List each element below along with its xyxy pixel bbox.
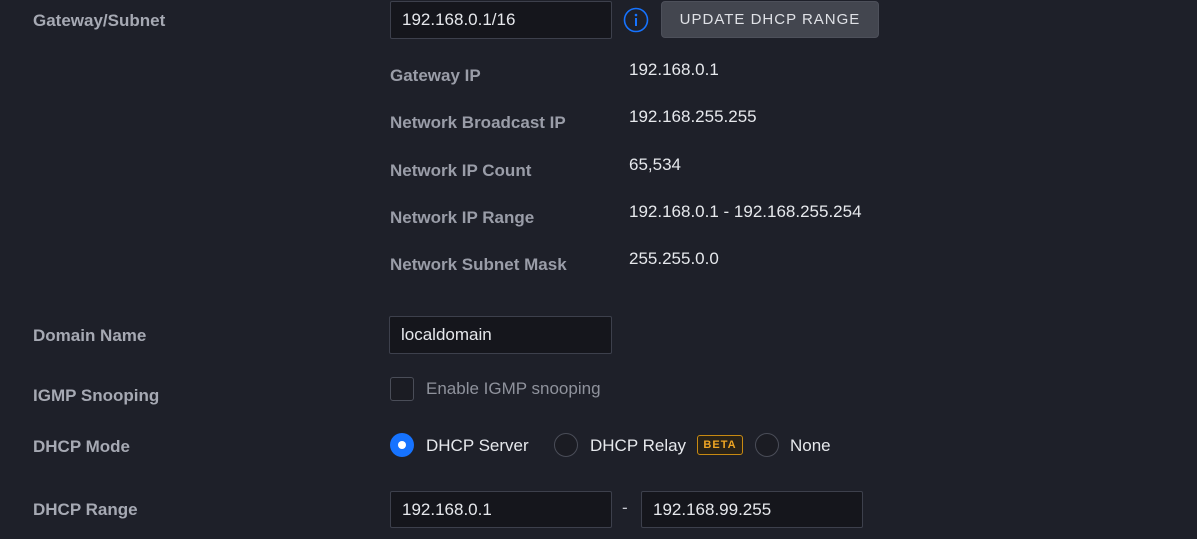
igmp-snooping-label: IGMP Snooping [33, 386, 160, 405]
igmp-snooping-checkbox-label[interactable]: Enable IGMP snooping [426, 379, 601, 399]
broadcast-ip-label: Network Broadcast IP [390, 113, 566, 132]
ip-count-label: Network IP Count [390, 161, 532, 180]
dhcp-server-radio-label[interactable]: DHCP Server [426, 436, 529, 456]
gateway-subnet-label: Gateway/Subnet [33, 11, 166, 30]
subnet-mask-label: Network Subnet Mask [390, 255, 567, 274]
dhcp-range-end-input[interactable] [641, 491, 863, 528]
broadcast-ip-value: 192.168.255.255 [629, 107, 757, 126]
gateway-subnet-input[interactable] [390, 1, 612, 39]
beta-badge: BETA [697, 435, 743, 455]
igmp-snooping-checkbox[interactable] [390, 377, 414, 401]
update-dhcp-range-button[interactable]: UPDATE DHCP RANGE [661, 1, 879, 38]
none-radio[interactable] [755, 433, 779, 457]
none-radio-label[interactable]: None [790, 436, 831, 456]
ip-count-value: 65,534 [629, 155, 681, 174]
info-icon[interactable] [623, 7, 649, 33]
ip-range-label: Network IP Range [390, 208, 535, 227]
dhcp-relay-radio[interactable] [554, 433, 578, 457]
dhcp-relay-radio-label[interactable]: DHCP Relay [590, 436, 686, 456]
ip-range-value: 192.168.0.1 - 192.168.255.254 [629, 202, 862, 221]
dhcp-range-label: DHCP Range [33, 500, 138, 519]
domain-name-input[interactable] [389, 316, 612, 354]
range-separator: - [622, 498, 628, 517]
gateway-ip-value: 192.168.0.1 [629, 60, 719, 79]
dhcp-server-radio[interactable] [390, 433, 414, 457]
dhcp-mode-label: DHCP Mode [33, 437, 130, 456]
subnet-mask-value: 255.255.0.0 [629, 249, 719, 268]
gateway-ip-label: Gateway IP [390, 66, 481, 85]
domain-name-label: Domain Name [33, 326, 147, 345]
dhcp-range-start-input[interactable] [390, 491, 612, 528]
